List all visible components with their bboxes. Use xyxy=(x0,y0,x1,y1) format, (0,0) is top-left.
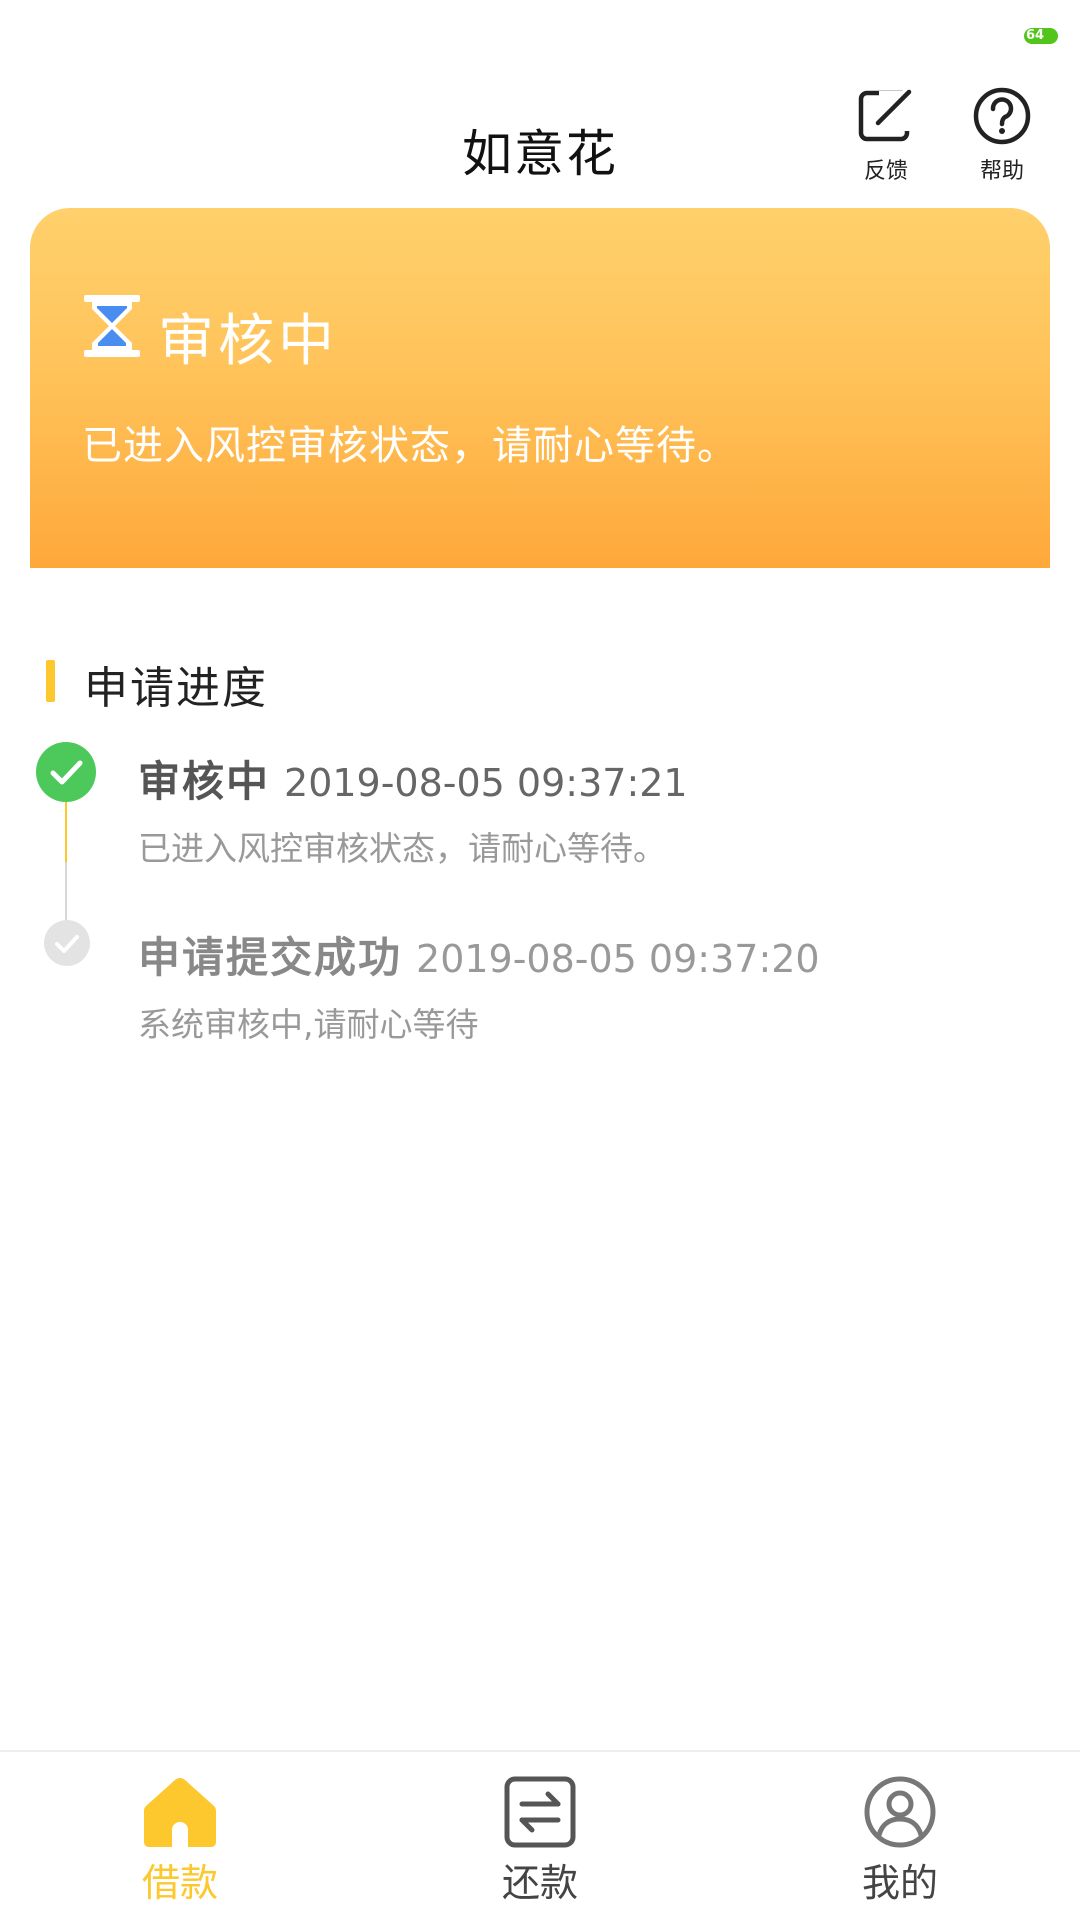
tab-label: 借款 xyxy=(141,1861,218,1905)
section-accent-bar xyxy=(46,660,55,702)
status-title: 审核中 xyxy=(158,309,338,374)
tab-borrow[interactable]: 借款 xyxy=(0,1752,360,1922)
status-card: 审核中 已进入风控审核状态，请耐心等待。 xyxy=(30,208,1050,568)
help-label: 帮助 xyxy=(979,159,1024,184)
profile-icon xyxy=(720,1776,1080,1848)
tab-label: 还款 xyxy=(501,1861,578,1905)
step-check-icon xyxy=(36,742,96,802)
step-description: 系统审核中,请耐心等待 xyxy=(138,1005,479,1044)
edit-icon xyxy=(836,85,936,147)
tab-mine[interactable]: 我的 xyxy=(720,1752,1080,1922)
feedback-label: 反馈 xyxy=(863,159,908,184)
battery-indicator: 64 xyxy=(1024,28,1058,44)
bottom-tab-bar: 借款 还款 我的 xyxy=(0,1750,1080,1922)
tab-repay[interactable]: 还款 xyxy=(360,1752,720,1922)
status-bar: 64 xyxy=(0,0,1080,70)
status-description: 已进入风控审核状态，请耐心等待。 xyxy=(82,423,738,469)
exchange-icon xyxy=(360,1776,720,1848)
step-name: 审核中 xyxy=(138,757,271,806)
step-name: 申请提交成功 xyxy=(138,933,403,982)
step-check-icon xyxy=(44,920,90,966)
step-time: 2019-08-05 09:37:21 xyxy=(284,761,688,805)
section-title: 申请进度 xyxy=(84,663,268,714)
hourglass-icon xyxy=(82,293,142,363)
step-description: 已进入风控审核状态，请耐心等待。 xyxy=(138,829,666,868)
help-button[interactable]: 帮助 xyxy=(952,85,1052,195)
step-time: 2019-08-05 09:37:20 xyxy=(416,937,820,981)
timeline-connector-active xyxy=(65,802,67,862)
timeline-connector xyxy=(65,862,67,922)
feedback-button[interactable]: 反馈 xyxy=(836,85,936,195)
help-icon xyxy=(952,85,1052,147)
home-icon xyxy=(0,1776,360,1848)
tab-label: 我的 xyxy=(861,1861,938,1905)
header: 如意花 反馈 帮助 xyxy=(0,70,1080,200)
